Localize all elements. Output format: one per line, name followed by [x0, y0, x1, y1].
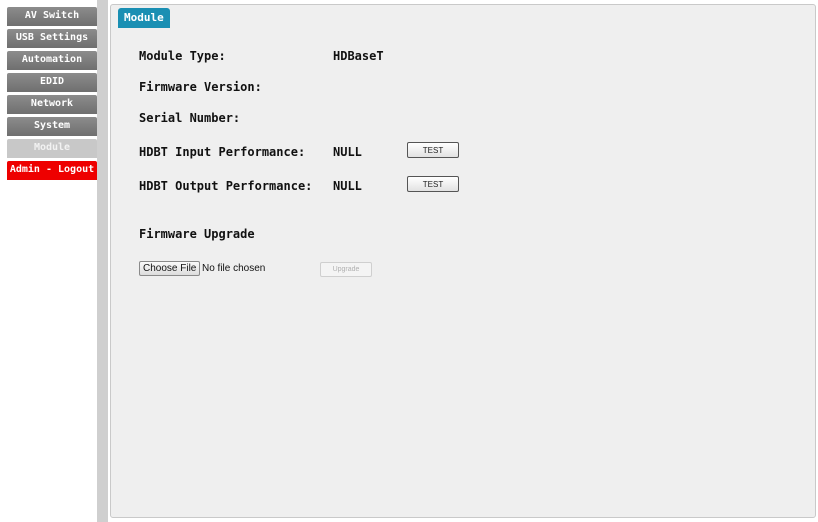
upgrade-button[interactable]: Upgrade	[320, 262, 372, 277]
hdbt-input-label: HDBT Input Performance:	[139, 145, 306, 159]
nav-network[interactable]: Network	[7, 95, 97, 114]
hdbt-output-test-button[interactable]: TEST	[407, 176, 459, 192]
nav-admin-logout[interactable]: Admin - Logout	[7, 161, 97, 180]
module-panel: Module Module Type: HDBaseT Firmware Ver…	[110, 4, 816, 518]
panel-title: Module	[118, 8, 170, 28]
choose-file-button[interactable]: Choose File	[139, 261, 201, 276]
nav-edid[interactable]: EDID	[7, 73, 97, 92]
sidebar-divider	[97, 0, 108, 522]
nav-usb-settings[interactable]: USB Settings	[7, 29, 97, 48]
nav-automation[interactable]: Automation	[7, 51, 97, 70]
module-type-value: HDBaseT	[333, 49, 384, 63]
nav-av-switch[interactable]: AV Switch	[7, 7, 97, 26]
firmware-upgrade-label: Firmware Upgrade	[139, 227, 255, 241]
hdbt-output-value: NULL	[333, 179, 362, 193]
hdbt-output-label: HDBT Output Performance:	[139, 179, 313, 193]
file-status-text: No file chosen	[202, 263, 266, 274]
module-type-label: Module Type:	[139, 49, 226, 63]
sidebar-nav: AV Switch USB Settings Automation EDID N…	[7, 7, 97, 183]
nav-system[interactable]: System	[7, 117, 97, 136]
hdbt-input-value: NULL	[333, 145, 362, 159]
nav-module[interactable]: Module	[7, 139, 97, 158]
firmware-version-label: Firmware Version:	[139, 80, 262, 94]
serial-number-label: Serial Number:	[139, 111, 241, 125]
hdbt-input-test-button[interactable]: TEST	[407, 142, 459, 158]
